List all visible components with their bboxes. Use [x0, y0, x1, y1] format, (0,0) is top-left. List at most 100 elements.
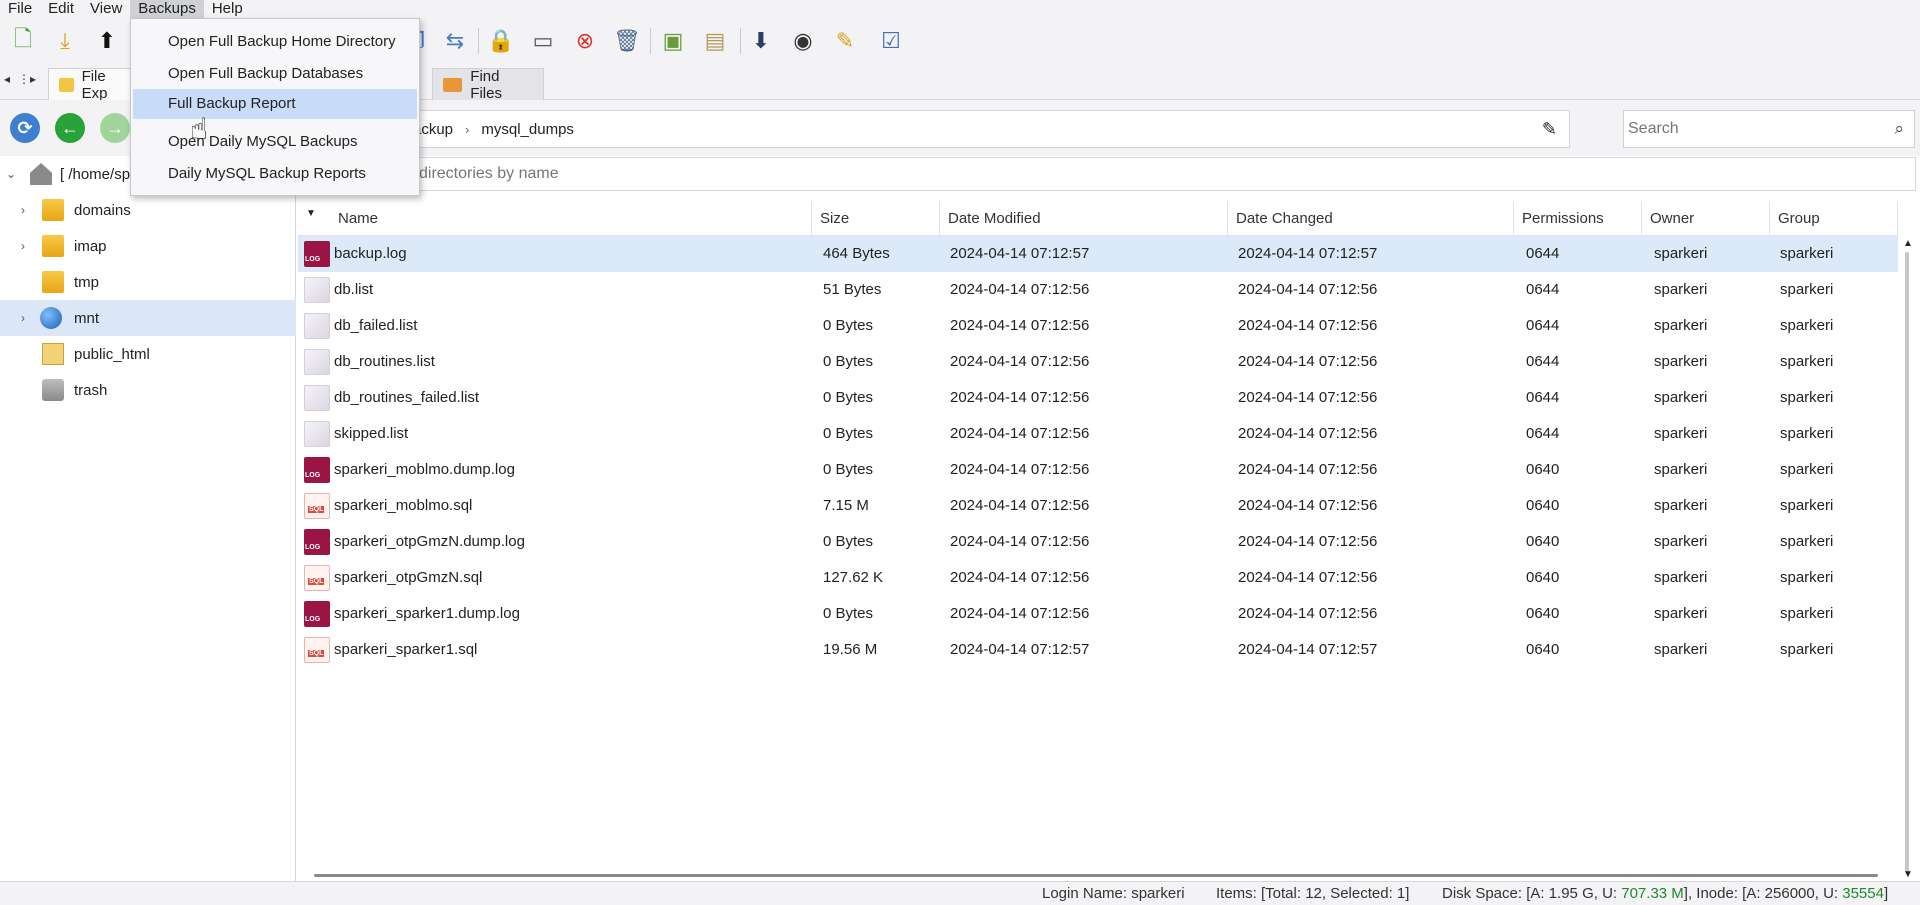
search-icon[interactable]: ⌕ [1894, 119, 1904, 139]
table-row[interactable]: backup.log 464 Bytes 2024-04-14 07:12:57 20… [298, 236, 1898, 272]
cell-owner: sparkeri [1654, 497, 1708, 514]
edit-file-icon[interactable]: ✎ [830, 26, 860, 56]
tree-item-mnt[interactable]: › mnt [0, 300, 296, 336]
cell-modified: 2024-04-14 07:12:56 [950, 353, 1090, 370]
chevron-right-icon[interactable]: › [16, 311, 30, 325]
menu-item-daily-mysql-backup-reports[interactable]: Daily MySQL Backup Reports [133, 159, 417, 189]
status-bar: Login Name: sparkeri Items: [Total: 12, … [0, 881, 1920, 905]
cell-perm: 0640 [1526, 533, 1560, 550]
column-header-size[interactable]: Size [812, 202, 940, 236]
vertical-scrollbar[interactable]: ▲ ▼ [1898, 236, 1918, 880]
table-row[interactable]: db_routines_failed.list 0 Bytes 2024-04-14… [298, 380, 1898, 416]
column-header-name[interactable]: Name [330, 202, 812, 236]
table-row[interactable]: sparkeri_otpGmzN.sql 127.62 K 2024-04-14 0… [298, 560, 1898, 596]
menu-help[interactable]: Help [204, 0, 251, 18]
menu-item-open-full-backup-home[interactable]: Open Full Backup Home Directory [133, 27, 417, 57]
cell-name: sparkeri_moblmo.dump.log [334, 461, 515, 478]
log-file-icon [304, 457, 330, 483]
tab-scroll-left-icon[interactable]: ◂ [4, 72, 10, 86]
table-row[interactable]: sparkeri_moblmo.sql 7.15 M 2024-04-14 07:1… [298, 488, 1898, 524]
tab-scroll-right-icon[interactable]: ▸ [30, 72, 36, 86]
table-row[interactable]: skipped.list 0 Bytes 2024-04-14 07:12:56 20… [298, 416, 1898, 452]
horizontal-scrollbar[interactable] [314, 874, 1878, 877]
upload-icon[interactable]: ⬆ [92, 26, 122, 56]
chevron-right-icon[interactable]: › [16, 239, 30, 253]
table-row[interactable]: db.list 51 Bytes 2024-04-14 07:12:56 2024-0… [298, 272, 1898, 308]
toolbar-separator [478, 28, 479, 54]
cell-modified: 2024-04-14 07:12:56 [950, 425, 1090, 442]
menu-view[interactable]: View [82, 0, 130, 18]
table-row[interactable]: sparkeri_otpGmzN.dump.log 0 Bytes 2024-04-… [298, 524, 1898, 560]
scroll-down-icon[interactable]: ▼ [1903, 869, 1913, 880]
forward-icon[interactable]: → [100, 113, 130, 143]
menu-item-open-full-backup-databases[interactable]: Open Full Backup Databases [133, 59, 417, 89]
scroll-up-icon[interactable]: ▲ [1903, 238, 1913, 249]
cell-name: backup.log [334, 245, 407, 262]
menu-file[interactable]: File [0, 0, 40, 18]
chevron-right-icon[interactable]: › [16, 203, 30, 217]
status-login: Login Name: sparkeri [1042, 885, 1185, 902]
column-header-date-modified[interactable]: Date Modified [940, 202, 1228, 236]
rename-icon[interactable]: ▭ [528, 26, 558, 56]
cell-modified: 2024-04-14 07:12:57 [950, 245, 1090, 262]
column-header-permissions[interactable]: Permissions [1514, 202, 1642, 236]
tree-item-label: tmp [74, 273, 100, 291]
download-icon[interactable]: ⤓ [50, 26, 80, 56]
search-input[interactable] [1628, 120, 1868, 138]
address-bar[interactable]: ackup › mysql_dumps ✎ [380, 110, 1570, 148]
cell-group: sparkeri [1780, 497, 1834, 514]
column-header-owner[interactable]: Owner [1642, 202, 1770, 236]
menu-item-open-daily-mysql-backups[interactable]: Open Daily MySQL Backups [133, 127, 417, 157]
table-row[interactable]: sparkeri_sparker1.dump.log 0 Bytes 2024-04… [298, 596, 1898, 632]
cell-changed: 2024-04-14 07:12:56 [1238, 533, 1378, 550]
checklist-icon[interactable]: ☑ [876, 26, 906, 56]
table-row[interactable]: db_routines.list 0 Bytes 2024-04-14 07:12:… [298, 344, 1898, 380]
table-row[interactable]: sparkeri_moblmo.dump.log 0 Bytes 2024-04-1… [298, 452, 1898, 488]
log-file-icon [304, 529, 330, 555]
menu-backups[interactable]: Backups [130, 0, 204, 18]
pencil-icon[interactable]: ✎ [1542, 119, 1557, 140]
breadcrumb-item[interactable]: mysql_dumps [481, 121, 574, 138]
tree-item-label: domains [74, 201, 131, 219]
cell-changed: 2024-04-14 07:12:56 [1238, 461, 1378, 478]
tab-file-explorer[interactable]: File Exp [48, 68, 132, 102]
cell-size: 19.56 M [823, 641, 878, 658]
tree-item-tmp[interactable]: tmp [0, 264, 296, 300]
delete-file-icon[interactable]: ⊗ [570, 26, 600, 56]
lock-icon[interactable]: 🔒 [486, 26, 516, 56]
cell-perm: 0644 [1526, 389, 1560, 406]
new-file-icon[interactable]: 🗋 [8, 26, 38, 56]
sort-toggle-icon[interactable]: ▼ [306, 208, 316, 219]
compress-icon[interactable]: ▣ [658, 26, 688, 56]
trash-icon[interactable]: 🗑 [612, 26, 642, 56]
cell-name: sparkeri_sparker1.dump.log [334, 605, 520, 622]
tab-find-files[interactable]: Find Files [432, 67, 544, 102]
table-row[interactable]: sparkeri_sparker1.sql 19.56 M 2024-04-14 0… [298, 632, 1898, 668]
cell-name: db_failed.list [334, 317, 418, 334]
tab-label: Find Files [470, 67, 502, 102]
chevron-down-icon[interactable]: ⌄ [4, 167, 18, 181]
extract-icon[interactable]: ▤ [700, 26, 730, 56]
tree-item-imap[interactable]: › imap [0, 228, 296, 264]
tree-item-public-html[interactable]: public_html [0, 336, 296, 372]
cell-perm: 0644 [1526, 353, 1560, 370]
tab-menu-icon[interactable]: ⋮ [18, 72, 30, 86]
eye-icon[interactable]: ◉ [788, 26, 818, 56]
move-icon[interactable]: ⇆ [440, 26, 470, 56]
tree-item-trash[interactable]: trash [0, 372, 296, 408]
column-header-date-changed[interactable]: Date Changed [1228, 202, 1514, 236]
cell-modified: 2024-04-14 07:12:56 [950, 569, 1090, 586]
back-icon[interactable]: ← [55, 113, 85, 143]
column-header-group[interactable]: Group [1770, 202, 1898, 236]
arrow-down-icon[interactable]: ⬇ [746, 26, 776, 56]
cell-perm: 0640 [1526, 569, 1560, 586]
refresh-icon[interactable]: ⟳ [10, 113, 40, 143]
menubar: File Edit View Backups Help [0, 0, 1920, 18]
menu-item-full-backup-report[interactable]: Full Backup Report [133, 89, 417, 119]
menu-edit[interactable]: Edit [40, 0, 82, 18]
scroll-thumb[interactable] [1905, 252, 1909, 872]
table-row[interactable]: db_failed.list 0 Bytes 2024-04-14 07:12:56… [298, 308, 1898, 344]
cell-size: 0 Bytes [823, 353, 874, 370]
filter-input[interactable] [419, 165, 1915, 183]
tree-item-domains[interactable]: › domains [0, 192, 296, 228]
